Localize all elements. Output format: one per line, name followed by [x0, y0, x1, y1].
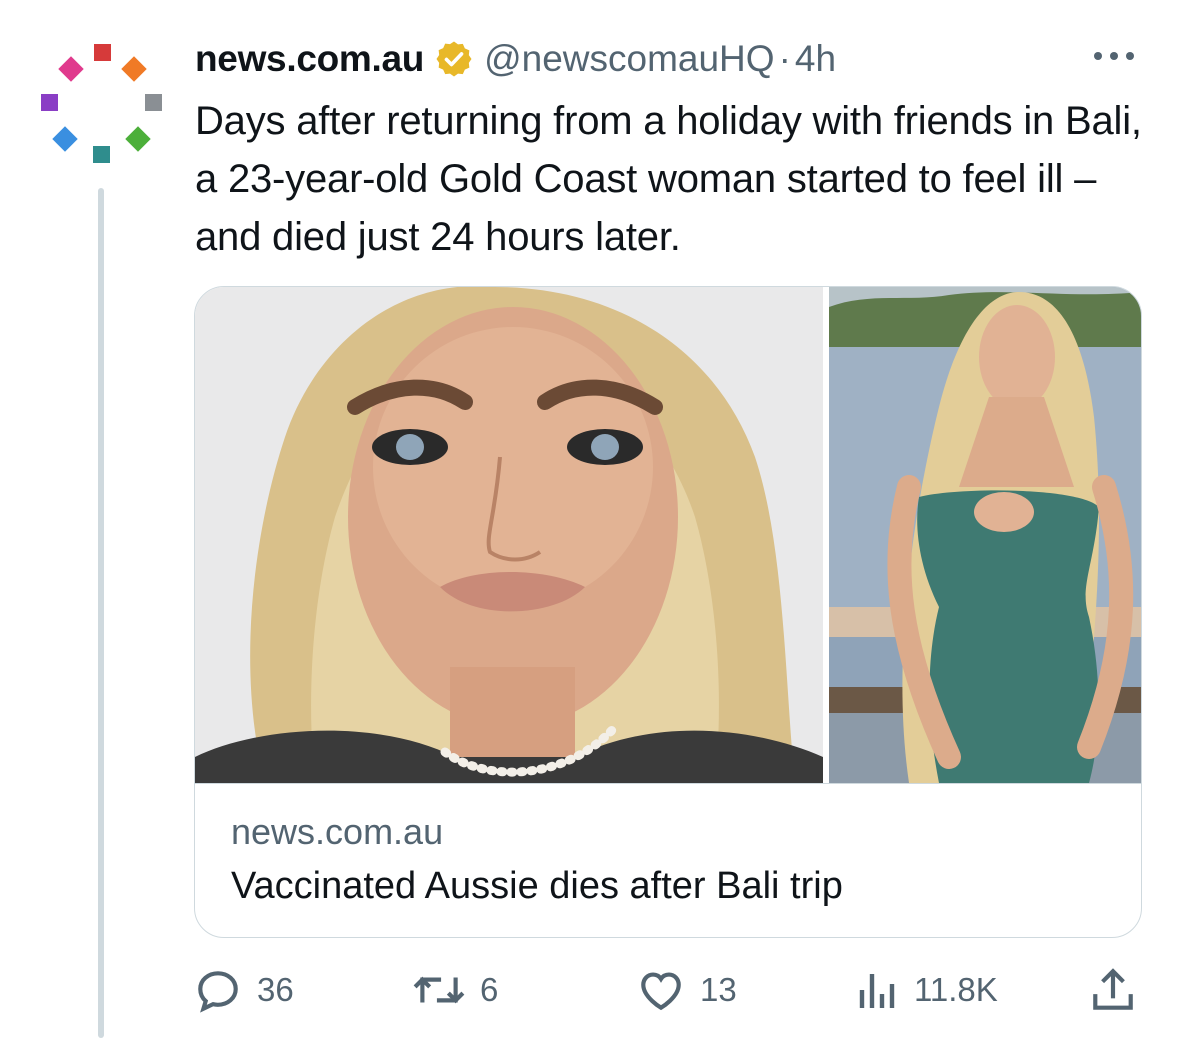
- newscomau-logo-icon: [41, 44, 162, 163]
- timestamp[interactable]: 4h: [795, 38, 836, 80]
- action-bar: 36 6 13 11.8K: [0, 960, 1179, 1020]
- card-domain: news.com.au: [231, 811, 444, 852]
- repost-count: 6: [480, 971, 499, 1008]
- like-button[interactable]: 13: [636, 960, 737, 1020]
- reply-count: 36: [257, 971, 294, 1008]
- reply-icon: [198, 971, 238, 1013]
- more-options-icon[interactable]: [1089, 36, 1139, 76]
- analytics-icon: [859, 974, 895, 1008]
- link-card[interactable]: news.com.au Vaccinated Aussie dies after…: [194, 286, 1142, 938]
- card-image-portrait[interactable]: [195, 287, 823, 783]
- thread-line: [98, 188, 104, 1038]
- tweet-text: Days after returning from a holiday with…: [195, 99, 1142, 259]
- reply-button[interactable]: 36: [193, 960, 294, 1020]
- card-image-full-body[interactable]: [829, 287, 1141, 783]
- views-button[interactable]: 11.8K: [856, 960, 998, 1020]
- avatar[interactable]: [36, 38, 166, 168]
- handle[interactable]: @newscomauHQ: [484, 38, 775, 80]
- verified-badge-icon[interactable]: [434, 39, 474, 79]
- share-icon: [1093, 968, 1133, 1010]
- like-count: 13: [700, 971, 737, 1008]
- card-images[interactable]: [195, 287, 1141, 784]
- card-title[interactable]: Vaccinated Aussie dies after Bali trip: [231, 865, 843, 908]
- repost-button[interactable]: 6: [412, 960, 498, 1020]
- separator-dot: ·: [778, 38, 791, 79]
- display-name[interactable]: news.com.au: [195, 38, 424, 80]
- tweet-header: news.com.au @newscomauHQ · 4h: [195, 34, 836, 84]
- views-count: 11.8K: [914, 971, 998, 1008]
- repost-icon: [413, 976, 465, 1004]
- heart-icon: [641, 972, 681, 1011]
- share-button[interactable]: [1088, 960, 1138, 1020]
